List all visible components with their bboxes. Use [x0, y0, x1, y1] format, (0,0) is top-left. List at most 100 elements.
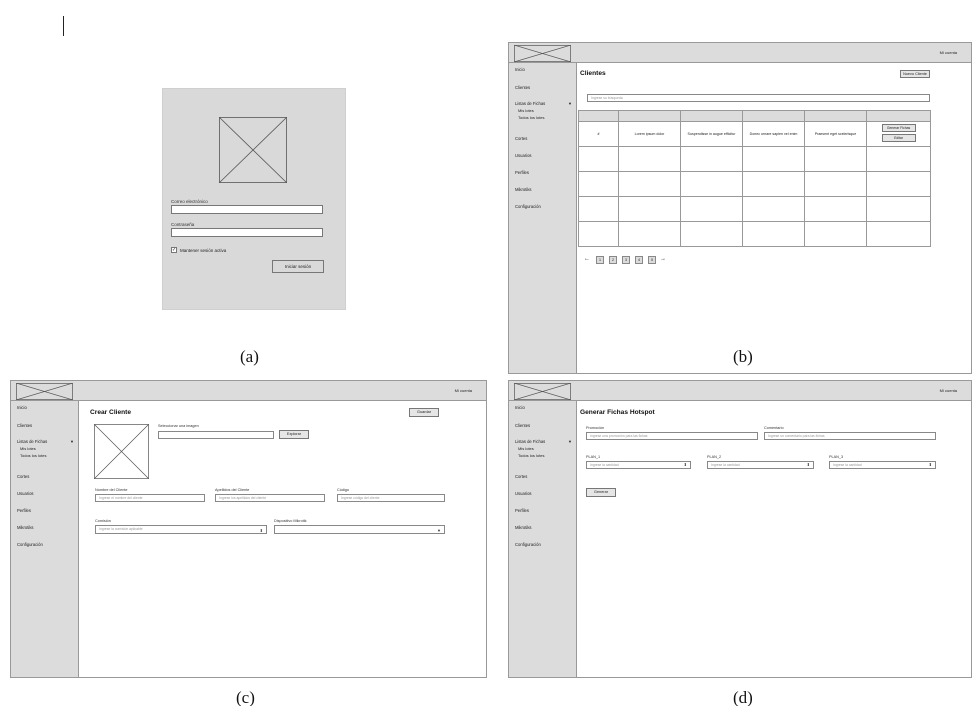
- page-button[interactable]: 1: [596, 256, 604, 264]
- table-row: [578, 221, 931, 247]
- save-button[interactable]: Guardar: [409, 408, 439, 417]
- sidebar-item-configuracion[interactable]: Configuración: [17, 542, 43, 547]
- sidebar-item-clientes[interactable]: Clientes: [515, 85, 530, 90]
- dropdown-caret-icon[interactable]: ▼: [437, 527, 441, 533]
- logo-placeholder-icon: [514, 45, 571, 62]
- cell-c4: Praesent eget scelerisque: [804, 121, 867, 147]
- sidebar-item-configuracion[interactable]: Configuración: [515, 204, 541, 209]
- sidebar-item-listas[interactable]: Listas de Fichas: [17, 439, 47, 444]
- plan-1-label: PLAN_1: [586, 455, 601, 459]
- device-select[interactable]: ▼: [274, 525, 445, 534]
- sidebar-item-inicio[interactable]: Inicio: [17, 405, 27, 410]
- image-placeholder-icon: [219, 117, 287, 183]
- surname-input[interactable]: Ingrese los apellidos del cliente: [215, 494, 325, 502]
- triangle-down-icon[interactable]: ▼: [568, 439, 572, 444]
- sidebar-item-usuarios[interactable]: Usuarios: [515, 153, 532, 158]
- sidebar-item-mikrotiks[interactable]: Mikrotiks: [515, 525, 532, 530]
- plan-1-stepper[interactable]: Ingrese la cantidad ⬍: [586, 461, 691, 469]
- sidebar-item-mikrotiks[interactable]: Mikrotiks: [17, 525, 34, 530]
- promo-label: Promoción: [586, 426, 605, 430]
- sidebar-subitem-todos-lotes[interactable]: Todos los lotes: [20, 453, 46, 458]
- login-panel: Correo electrónico Contraseña ✓ Mantener…: [162, 88, 346, 310]
- top-bar: Mi cuenta: [508, 380, 972, 401]
- caption-a: (a): [240, 347, 259, 366]
- page-button[interactable]: 5: [648, 256, 656, 264]
- sidebar-item-perfiles[interactable]: Perfiles: [515, 508, 529, 513]
- generate-window: Mi cuenta Inicio Clientes Listas de Fich…: [508, 380, 972, 678]
- plan-2-label: PLAN_2: [707, 455, 722, 459]
- search-input[interactable]: Ingrese su búsqueda: [587, 94, 930, 102]
- plan-1-placeholder: Ingrese la cantidad: [590, 463, 619, 467]
- stepper-arrows-icon[interactable]: ⬍: [260, 527, 263, 533]
- sidebar-item-perfiles[interactable]: Perfiles: [515, 170, 529, 175]
- sidebar-item-clientes[interactable]: Clientes: [515, 423, 530, 428]
- edit-button[interactable]: Editar: [881, 134, 916, 142]
- stepper-arrows-icon[interactable]: ⬍: [807, 462, 810, 468]
- browse-button[interactable]: Explorar: [279, 430, 309, 439]
- cell-c2: Suspendisse in augue efficitur: [680, 121, 743, 147]
- page-button[interactable]: 2: [609, 256, 617, 264]
- sidebar-item-perfiles[interactable]: Perfiles: [17, 508, 31, 513]
- triangle-down-icon[interactable]: ▼: [568, 101, 572, 106]
- commission-stepper[interactable]: Ingrese la comisión aplicable ⬍: [95, 525, 267, 534]
- table-row: [578, 196, 931, 222]
- page-button[interactable]: 4: [635, 256, 643, 264]
- triangle-down-icon[interactable]: ▼: [70, 439, 74, 444]
- sidebar-item-cortes[interactable]: Cortes: [17, 474, 29, 479]
- sidebar-item-inicio[interactable]: Inicio: [515, 67, 525, 72]
- login-button[interactable]: Iniciar sesión: [272, 260, 324, 273]
- stepper-arrows-icon[interactable]: ⬍: [929, 462, 932, 468]
- caption-d: (d): [733, 688, 753, 706]
- text-cursor: [63, 16, 64, 36]
- email-field[interactable]: [171, 205, 323, 214]
- new-client-button[interactable]: Nuevo Cliente: [900, 70, 930, 78]
- sidebar-item-clientes[interactable]: Clientes: [17, 423, 32, 428]
- remember-checkbox[interactable]: ✓: [171, 247, 177, 253]
- stepper-arrows-icon[interactable]: ⬍: [684, 462, 687, 468]
- plan-3-stepper[interactable]: Ingrese la cantidad ⬍: [829, 461, 936, 469]
- generate-tokens-button[interactable]: Generar Fichas: [881, 124, 916, 132]
- page-title: Generar Fichas Hotspot: [580, 409, 655, 416]
- sidebar-item-cortes[interactable]: Cortes: [515, 474, 527, 479]
- promo-input[interactable]: Ingrese una promoción para las fichas: [586, 432, 758, 440]
- prev-page-arrow-icon[interactable]: ←: [584, 256, 590, 262]
- cell-c1: Lorem ipsum dolor: [618, 121, 681, 147]
- sidebar-subitem-todos-lotes[interactable]: Todos los lotes: [518, 453, 544, 458]
- account-link[interactable]: Mi cuenta: [940, 50, 957, 55]
- page-button[interactable]: 3: [622, 256, 630, 264]
- password-field[interactable]: [171, 228, 323, 237]
- generate-button[interactable]: Generar: [586, 488, 616, 497]
- sidebar-item-usuarios[interactable]: Usuarios: [17, 491, 34, 496]
- sidebar-item-configuracion[interactable]: Configuración: [515, 542, 541, 547]
- sidebar-subitem-mis-lotes[interactable]: Mis lotes: [518, 446, 534, 451]
- page-title: Clientes: [580, 70, 606, 77]
- account-link[interactable]: Mi cuenta: [455, 388, 472, 393]
- account-link[interactable]: Mi cuenta: [940, 388, 957, 393]
- sidebar-item-usuarios[interactable]: Usuarios: [515, 491, 532, 496]
- plan-2-stepper[interactable]: Ingrese la cantidad ⬍: [707, 461, 814, 469]
- cell-id: #: [578, 121, 619, 147]
- name-input[interactable]: Ingrese el nombre del cliente: [95, 494, 205, 502]
- sidebar-subitem-mis-lotes[interactable]: Mis lotes: [20, 446, 36, 451]
- sidebar-subitem-mis-lotes[interactable]: Mis lotes: [518, 108, 534, 113]
- sidebar: Inicio Clientes Listas de Fichas ▼ Mis l…: [10, 401, 79, 678]
- page-title: Crear Cliente: [90, 409, 132, 416]
- sidebar-subitem-todos-lotes[interactable]: Todos los lotes: [518, 115, 544, 120]
- logo-placeholder-icon: [16, 383, 73, 400]
- table-row: [578, 171, 931, 197]
- sidebar-item-cortes[interactable]: Cortes: [515, 136, 527, 141]
- sidebar-item-mikrotiks[interactable]: Mikrotiks: [515, 187, 532, 192]
- image-path-field[interactable]: [158, 431, 274, 439]
- next-page-arrow-icon[interactable]: →: [660, 256, 666, 262]
- sidebar-item-inicio[interactable]: Inicio: [515, 405, 525, 410]
- comment-input[interactable]: Ingrese un comentario para las fichas: [764, 432, 936, 440]
- top-bar: Mi cuenta: [10, 380, 487, 401]
- table-row: # Lorem ipsum dolor Suspendisse in augue…: [578, 121, 931, 147]
- code-label: Código: [337, 488, 350, 492]
- main-content: [577, 401, 972, 678]
- sidebar-item-listas[interactable]: Listas de Fichas: [515, 101, 545, 106]
- caption-b: (b): [733, 347, 753, 366]
- clients-table: # Lorem ipsum dolor Suspendisse in augue…: [578, 110, 931, 247]
- sidebar-item-listas[interactable]: Listas de Fichas: [515, 439, 545, 444]
- code-input[interactable]: Ingrese código del cliente: [337, 494, 445, 502]
